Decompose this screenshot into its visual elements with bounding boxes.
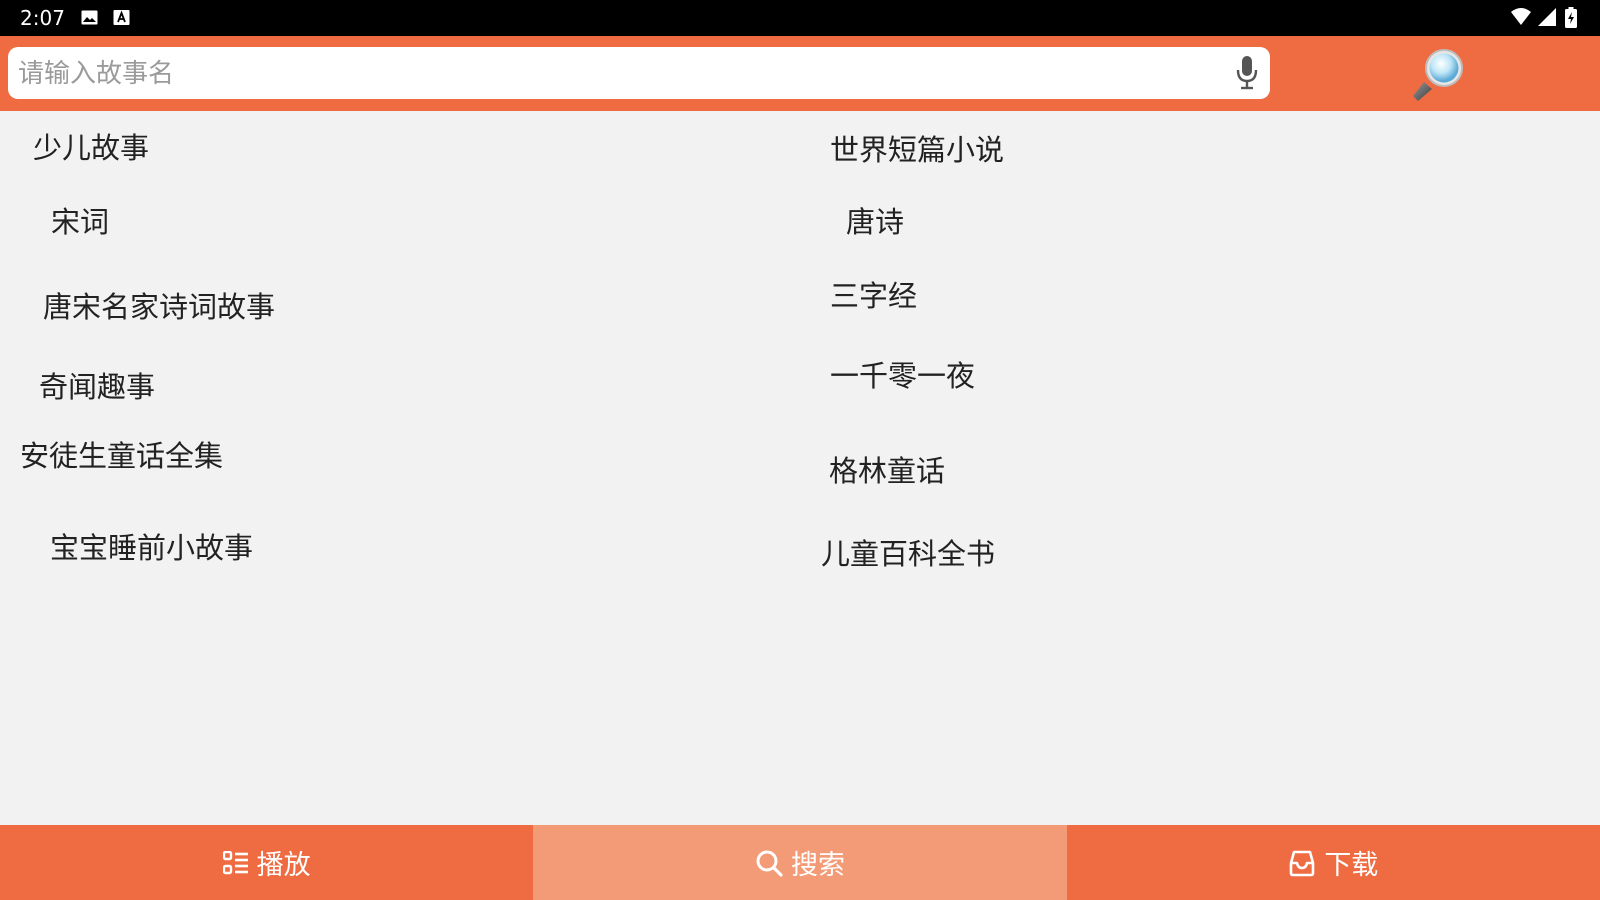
list-icon: [222, 850, 248, 874]
tab-search[interactable]: 搜索: [533, 825, 1067, 900]
category-item[interactable]: 宝宝睡前小故事: [50, 530, 253, 566]
category-item[interactable]: 三字经: [830, 278, 917, 314]
tab-search-label: 搜索: [790, 850, 845, 881]
tab-download-label: 下载: [1324, 850, 1379, 881]
category-item[interactable]: 格林童话: [829, 453, 945, 489]
search-box: [8, 47, 1270, 101]
microphone-icon[interactable]: [1234, 55, 1260, 91]
search-button[interactable]: [1410, 44, 1472, 106]
category-item[interactable]: 奇闻趣事: [39, 369, 155, 405]
search-input[interactable]: [16, 47, 1200, 101]
category-item[interactable]: 儿童百科全书: [821, 536, 995, 572]
category-item[interactable]: 一千零一夜: [830, 358, 975, 394]
bottom-nav: 播放 搜索 下载: [0, 825, 1600, 900]
inbox-icon: [1290, 850, 1315, 876]
category-item[interactable]: 少儿故事: [33, 130, 149, 166]
search-header: [0, 36, 1600, 111]
category-item[interactable]: 安徒生童话全集: [20, 438, 223, 474]
keyboard-notification-icon: [113, 10, 130, 25]
wifi-icon: [1511, 8, 1531, 25]
image-notification-icon: [81, 10, 98, 25]
search-icon: [756, 850, 783, 877]
signal-icon: [1538, 8, 1556, 26]
status-bar: 2:07: [0, 0, 1600, 36]
battery-charging-icon: [1565, 7, 1577, 28]
tab-play-label: 播放: [256, 850, 311, 881]
category-item[interactable]: 唐诗: [846, 204, 904, 240]
tab-play[interactable]: 播放: [0, 825, 533, 900]
magnifier-handle: [1413, 82, 1432, 101]
category-item[interactable]: 唐宋名家诗词故事: [43, 289, 275, 325]
category-item[interactable]: 宋词: [51, 204, 109, 240]
tab-download[interactable]: 下载: [1067, 825, 1600, 900]
category-item[interactable]: 世界短篇小说: [830, 132, 1004, 168]
magnifier-lens: [1429, 53, 1459, 83]
status-time: 2:07: [20, 6, 65, 30]
